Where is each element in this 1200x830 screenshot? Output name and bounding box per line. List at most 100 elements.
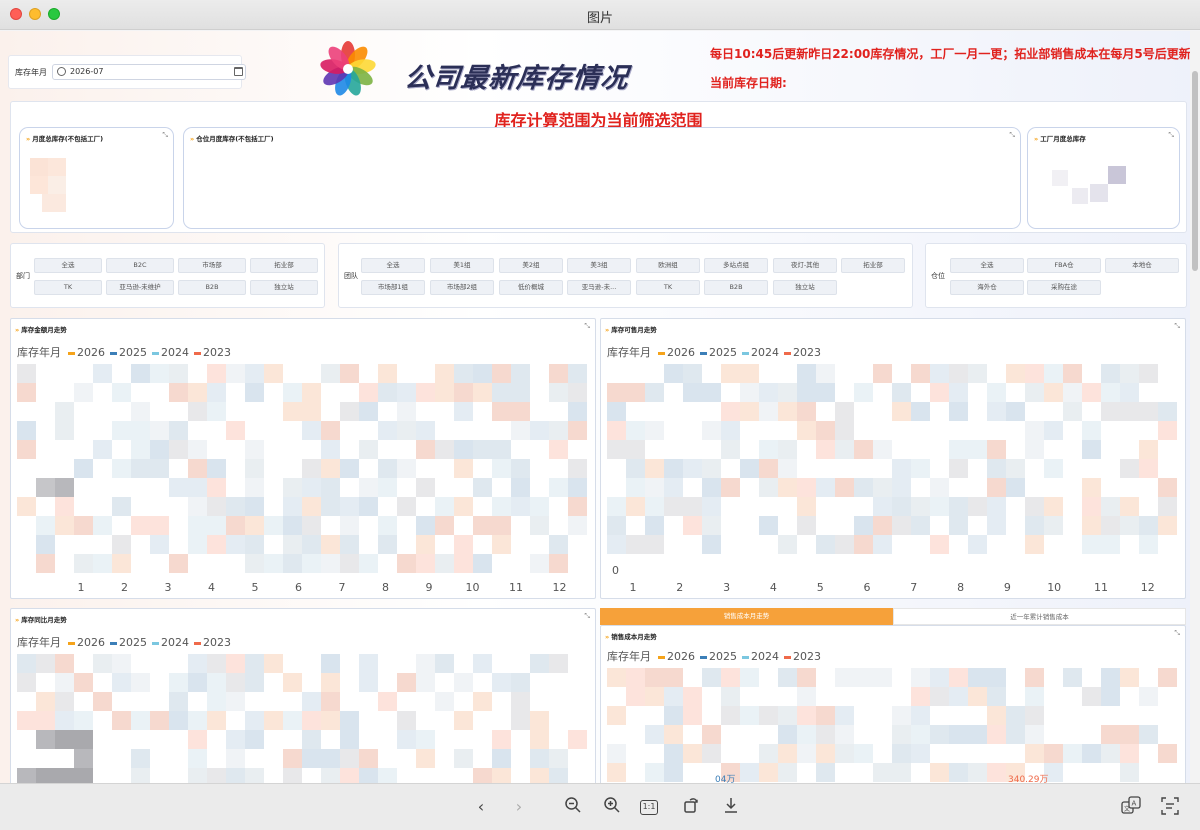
department-option[interactable]: 市场部 <box>178 258 246 273</box>
text-recognition-icon[interactable] <box>1159 796 1181 818</box>
blurred-cell <box>607 383 626 402</box>
team-option[interactable]: 多站点组 <box>704 258 768 273</box>
translate-icon[interactable]: A文 <box>1120 796 1142 818</box>
team-option[interactable]: 市场部1组 <box>361 280 425 295</box>
warehouse-option[interactable]: 本地仓 <box>1105 258 1179 273</box>
forward-icon[interactable]: › <box>508 796 530 818</box>
blurred-value <box>30 176 48 194</box>
blurred-cell <box>987 763 1006 782</box>
legend-item[interactable]: 2025 <box>109 636 147 649</box>
team-option[interactable]: 夜灯-其他 <box>773 258 837 273</box>
zoom-out-icon[interactable] <box>562 796 584 818</box>
blurred-cell <box>492 535 511 554</box>
expand-icon[interactable]: ⤡ <box>1009 131 1015 140</box>
tab-annual-sales-cost[interactable]: 近一年累计销售成本 <box>893 608 1186 625</box>
legend-item[interactable]: 2024 <box>741 650 779 663</box>
expand-icon[interactable]: ⤡ <box>584 612 590 621</box>
team-option[interactable]: B2B <box>704 280 768 295</box>
team-option[interactable]: 全选 <box>361 258 425 273</box>
warehouse-option[interactable]: 全选 <box>950 258 1024 273</box>
blurred-cell <box>454 711 473 730</box>
warehouse-option[interactable]: 采购在途 <box>1027 280 1101 295</box>
team-option[interactable]: 市场部2组 <box>430 280 494 295</box>
blurred-cell <box>359 554 378 573</box>
team-option[interactable]: 拓业部 <box>841 258 905 273</box>
warehouse-option[interactable]: 海外仓 <box>950 280 1024 295</box>
legend-item[interactable]: 2024 <box>741 346 779 359</box>
chevron-right-icon: » <box>26 135 31 143</box>
department-option[interactable]: B2B <box>178 280 246 295</box>
legend-item[interactable]: 2023 <box>783 650 821 663</box>
blurred-cell <box>454 749 473 768</box>
expand-icon[interactable]: ⤡ <box>584 322 590 331</box>
zoom-in-icon[interactable] <box>601 796 623 818</box>
department-option[interactable]: TK <box>34 280 102 295</box>
expand-icon[interactable]: ⤡ <box>1174 629 1180 638</box>
scrollbar-thumb[interactable] <box>1192 71 1198 271</box>
department-option[interactable]: 全选 <box>34 258 102 273</box>
blurred-cell <box>1120 516 1139 535</box>
blurred-cell <box>245 478 264 497</box>
legend-item[interactable]: 2025 <box>109 346 147 359</box>
legend-item[interactable]: 2024 <box>151 346 189 359</box>
team-option[interactable]: 低价概城 <box>499 280 563 295</box>
blurred-cell <box>1158 744 1177 763</box>
blurred-cell <box>1006 364 1025 383</box>
blurred-cell <box>150 516 169 535</box>
legend-item[interactable]: 2026 <box>67 346 105 359</box>
tab-sales-cost-trend[interactable]: 销售成本月走势 <box>600 608 893 625</box>
expand-icon[interactable]: ⤡ <box>162 131 168 140</box>
team-option[interactable]: 美3组 <box>567 258 631 273</box>
legend-item[interactable]: 2026 <box>657 650 695 663</box>
blurred-cell <box>949 459 968 478</box>
blurred-cell <box>131 768 150 783</box>
expand-icon[interactable]: ⤡ <box>1168 131 1174 140</box>
blurred-cell <box>721 364 740 383</box>
blurred-cell <box>226 535 245 554</box>
month-date-input[interactable]: 2026-07 <box>52 64 246 80</box>
month-filter: 库存年月 2026-07 <box>8 55 246 89</box>
team-option[interactable]: 欧洲组 <box>636 258 700 273</box>
warehouse-option[interactable]: FBA仓 <box>1027 258 1101 273</box>
blurred-cell <box>740 383 759 402</box>
department-option[interactable]: 亚马逊-未维护 <box>106 280 174 295</box>
actual-size-icon[interactable]: 1:1 <box>640 800 658 815</box>
legend-item[interactable]: 2023 <box>193 636 231 649</box>
department-option[interactable]: B2C <box>106 258 174 273</box>
scrollbar[interactable] <box>1190 31 1200 783</box>
blurred-cell <box>549 440 568 459</box>
blurred-cell <box>797 478 816 497</box>
blurred-cell <box>207 768 226 783</box>
blurred-cell <box>1101 402 1120 421</box>
monthly-total-inventory-card: » 月度总库存(不包括工厂) ⤡ <box>19 127 174 229</box>
legend-item[interactable]: 2025 <box>699 650 737 663</box>
rotate-icon[interactable] <box>680 796 702 818</box>
download-icon[interactable] <box>720 796 742 818</box>
blurred-cell <box>397 673 416 692</box>
team-option[interactable]: TK <box>636 280 700 295</box>
blurred-cell <box>17 654 36 673</box>
legend-item[interactable]: 2026 <box>657 346 695 359</box>
blurred-cell <box>949 725 968 744</box>
legend-item[interactable]: 2025 <box>699 346 737 359</box>
blurred-cell <box>150 440 169 459</box>
legend-item[interactable]: 2026 <box>67 636 105 649</box>
legend-item[interactable]: 2023 <box>193 346 231 359</box>
legend-item[interactable]: 2024 <box>151 636 189 649</box>
team-option[interactable]: 美2组 <box>499 258 563 273</box>
blurred-cell <box>683 744 702 763</box>
x-tick-label: 10 <box>465 581 480 594</box>
legend-item[interactable]: 2023 <box>783 346 821 359</box>
team-option[interactable]: 美1组 <box>430 258 494 273</box>
expand-icon[interactable]: ⤡ <box>1174 322 1180 331</box>
blurred-cell <box>778 459 797 478</box>
department-option[interactable]: 独立站 <box>250 280 318 295</box>
team-option[interactable]: 亚马逊-未... <box>567 280 631 295</box>
department-option[interactable]: 拓业部 <box>250 258 318 273</box>
blurred-cell <box>1025 535 1044 554</box>
blurred-cell <box>188 654 207 673</box>
team-option[interactable]: 独立站 <box>773 280 837 295</box>
calendar-icon[interactable] <box>234 67 243 76</box>
blurred-cell <box>207 516 226 535</box>
back-icon[interactable]: ‹ <box>470 796 492 818</box>
